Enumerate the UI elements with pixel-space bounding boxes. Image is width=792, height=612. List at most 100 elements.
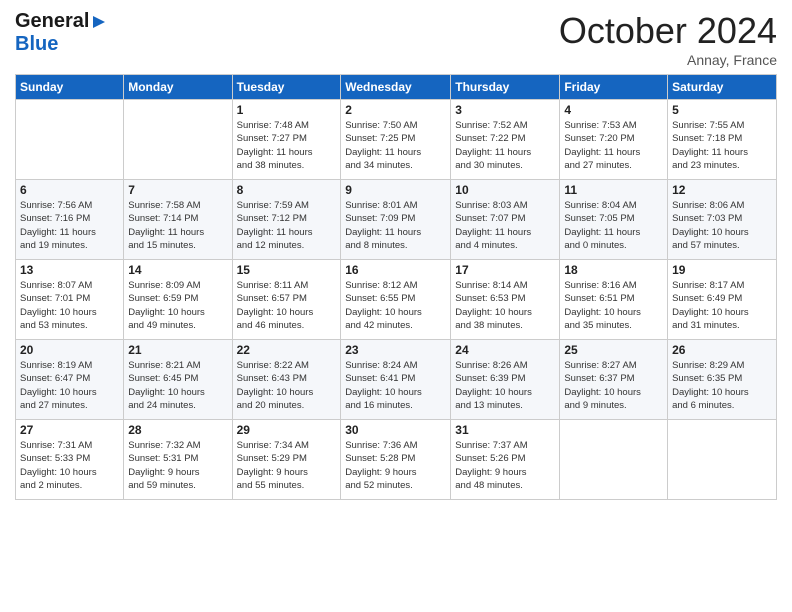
day-info: Sunrise: 8:22 AMSunset: 6:43 PMDaylight:… [237,359,337,412]
day-number: 18 [564,263,663,277]
day-info: Sunrise: 8:03 AMSunset: 7:07 PMDaylight:… [455,199,555,252]
table-row: 22Sunrise: 8:22 AMSunset: 6:43 PMDayligh… [232,340,341,420]
day-info: Sunrise: 7:37 AMSunset: 5:26 PMDaylight:… [455,439,555,492]
day-number: 19 [672,263,772,277]
header-monday: Monday [124,75,232,100]
header-saturday: Saturday [668,75,777,100]
day-info: Sunrise: 8:29 AMSunset: 6:35 PMDaylight:… [672,359,772,412]
day-number: 5 [672,103,772,117]
calendar-week-row: 1 Sunrise: 7:48 AMSunset: 7:27 PMDaylight… [16,100,777,180]
table-row: 10 Sunrise: 8:03 AMSunset: 7:07 PMDayligh… [451,180,560,260]
day-number: 8 [237,183,337,197]
table-row: 16 Sunrise: 8:12 AMSunset: 6:55 PMDayligh… [341,260,451,340]
table-row: 20 Sunrise: 8:19 AMSunset: 6:47 PMDayligh… [16,340,124,420]
month-title: October 2024 [559,10,777,52]
table-row: 2 Sunrise: 7:50 AMSunset: 7:25 PMDaylight… [341,100,451,180]
day-number: 27 [20,423,119,437]
day-info: Sunrise: 7:59 AMSunset: 7:12 PMDaylight:… [237,199,337,252]
day-info: Sunrise: 8:17 AMSunset: 6:49 PMDaylight:… [672,279,772,332]
day-info: Sunrise: 8:14 AMSunset: 6:53 PMDaylight:… [455,279,555,332]
title-block: October 2024 Annay, France [559,10,777,68]
table-row: 13 Sunrise: 8:07 AMSunset: 7:01 PMDayligh… [16,260,124,340]
day-number: 29 [237,423,337,437]
table-row: 18 Sunrise: 8:16 AMSunset: 6:51 PMDayligh… [560,260,668,340]
day-number: 20 [20,343,119,357]
calendar-week-row: 13 Sunrise: 8:07 AMSunset: 7:01 PMDayligh… [16,260,777,340]
day-info: Sunrise: 7:50 AMSunset: 7:25 PMDaylight:… [345,119,446,172]
table-row [668,420,777,500]
table-row: 9 Sunrise: 8:01 AMSunset: 7:09 PMDaylight… [341,180,451,260]
table-row: 27 Sunrise: 7:31 AMSunset: 5:33 PMDayligh… [16,420,124,500]
day-number: 17 [455,263,555,277]
table-row: 31 Sunrise: 7:37 AMSunset: 5:26 PMDayligh… [451,420,560,500]
day-info: Sunrise: 7:55 AMSunset: 7:18 PMDaylight:… [672,119,772,172]
day-number: 6 [20,183,119,197]
day-info: Sunrise: 8:07 AMSunset: 7:01 PMDaylight:… [20,279,119,332]
table-row: 29 Sunrise: 7:34 AMSunset: 5:29 PMDayligh… [232,420,341,500]
day-number: 12 [672,183,772,197]
table-row: 1 Sunrise: 7:48 AMSunset: 7:27 PMDaylight… [232,100,341,180]
day-info: Sunrise: 8:24 AMSunset: 6:41 PMDaylight:… [345,359,446,412]
table-row: 11 Sunrise: 8:04 AMSunset: 7:05 PMDayligh… [560,180,668,260]
table-row: 6 Sunrise: 7:56 AMSunset: 7:16 PMDaylight… [16,180,124,260]
day-number: 26 [672,343,772,357]
table-row: 5 Sunrise: 7:55 AMSunset: 7:18 PMDaylight… [668,100,777,180]
day-number: 16 [345,263,446,277]
day-info: Sunrise: 7:48 AMSunset: 7:27 PMDaylight:… [237,119,337,172]
day-info: Sunrise: 8:09 AMSunset: 6:59 PMDaylight:… [128,279,227,332]
table-row: 15 Sunrise: 8:11 AMSunset: 6:57 PMDayligh… [232,260,341,340]
calendar-table: Sunday Monday Tuesday Wednesday Thursday… [15,74,777,500]
table-row: 24Sunrise: 8:26 AMSunset: 6:39 PMDayligh… [451,340,560,420]
day-info: Sunrise: 7:58 AMSunset: 7:14 PMDaylight:… [128,199,227,252]
day-info: Sunrise: 7:52 AMSunset: 7:22 PMDaylight:… [455,119,555,172]
header-sunday: Sunday [16,75,124,100]
logo-blue-text: Blue [15,33,107,56]
day-info: Sunrise: 8:16 AMSunset: 6:51 PMDaylight:… [564,279,663,332]
table-row [124,100,232,180]
logo: General Blue [15,10,107,56]
day-info: Sunrise: 7:53 AMSunset: 7:20 PMDaylight:… [564,119,663,172]
day-info: Sunrise: 8:27 AMSunset: 6:37 PMDaylight:… [564,359,663,412]
day-number: 28 [128,423,227,437]
day-number: 11 [564,183,663,197]
table-row: 28 Sunrise: 7:32 AMSunset: 5:31 PMDayligh… [124,420,232,500]
day-info: Sunrise: 8:04 AMSunset: 7:05 PMDaylight:… [564,199,663,252]
page-header: General Blue October 2024 Annay, France [15,10,777,68]
table-row [16,100,124,180]
day-number: 13 [20,263,119,277]
day-number: 2 [345,103,446,117]
day-info: Sunrise: 7:56 AMSunset: 7:16 PMDaylight:… [20,199,119,252]
table-row: 30Sunrise: 7:36 AMSunset: 5:28 PMDayligh… [341,420,451,500]
day-number: 24 [455,343,555,357]
table-row: 19 Sunrise: 8:17 AMSunset: 6:49 PMDayligh… [668,260,777,340]
day-number: 3 [455,103,555,117]
day-number: 14 [128,263,227,277]
logo-arrow-icon [91,14,107,30]
day-info: Sunrise: 8:19 AMSunset: 6:47 PMDaylight:… [20,359,119,412]
day-info: Sunrise: 8:12 AMSunset: 6:55 PMDaylight:… [345,279,446,332]
day-number: 9 [345,183,446,197]
day-info: Sunrise: 8:01 AMSunset: 7:09 PMDaylight:… [345,199,446,252]
table-row [560,420,668,500]
day-number: 31 [455,423,555,437]
day-info: Sunrise: 7:32 AMSunset: 5:31 PMDaylight:… [128,439,227,492]
day-info: Sunrise: 8:21 AMSunset: 6:45 PMDaylight:… [128,359,227,412]
table-row: 12Sunrise: 8:06 AMSunset: 7:03 PMDayligh… [668,180,777,260]
calendar-week-row: 27 Sunrise: 7:31 AMSunset: 5:33 PMDayligh… [16,420,777,500]
table-row: 14 Sunrise: 8:09 AMSunset: 6:59 PMDayligh… [124,260,232,340]
day-number: 21 [128,343,227,357]
table-row: 3 Sunrise: 7:52 AMSunset: 7:22 PMDaylight… [451,100,560,180]
day-number: 10 [455,183,555,197]
day-info: Sunrise: 7:31 AMSunset: 5:33 PMDaylight:… [20,439,119,492]
day-info: Sunrise: 7:34 AMSunset: 5:29 PMDaylight:… [237,439,337,492]
table-row: 4 Sunrise: 7:53 AMSunset: 7:20 PMDaylight… [560,100,668,180]
table-row: 8 Sunrise: 7:59 AMSunset: 7:12 PMDaylight… [232,180,341,260]
logo-general-text: General [15,10,89,33]
day-number: 1 [237,103,337,117]
day-number: 15 [237,263,337,277]
day-info: Sunrise: 8:11 AMSunset: 6:57 PMDaylight:… [237,279,337,332]
day-number: 4 [564,103,663,117]
day-info: Sunrise: 7:36 AMSunset: 5:28 PMDaylight:… [345,439,446,492]
location: Annay, France [559,52,777,68]
table-row: 21 Sunrise: 8:21 AMSunset: 6:45 PMDayligh… [124,340,232,420]
